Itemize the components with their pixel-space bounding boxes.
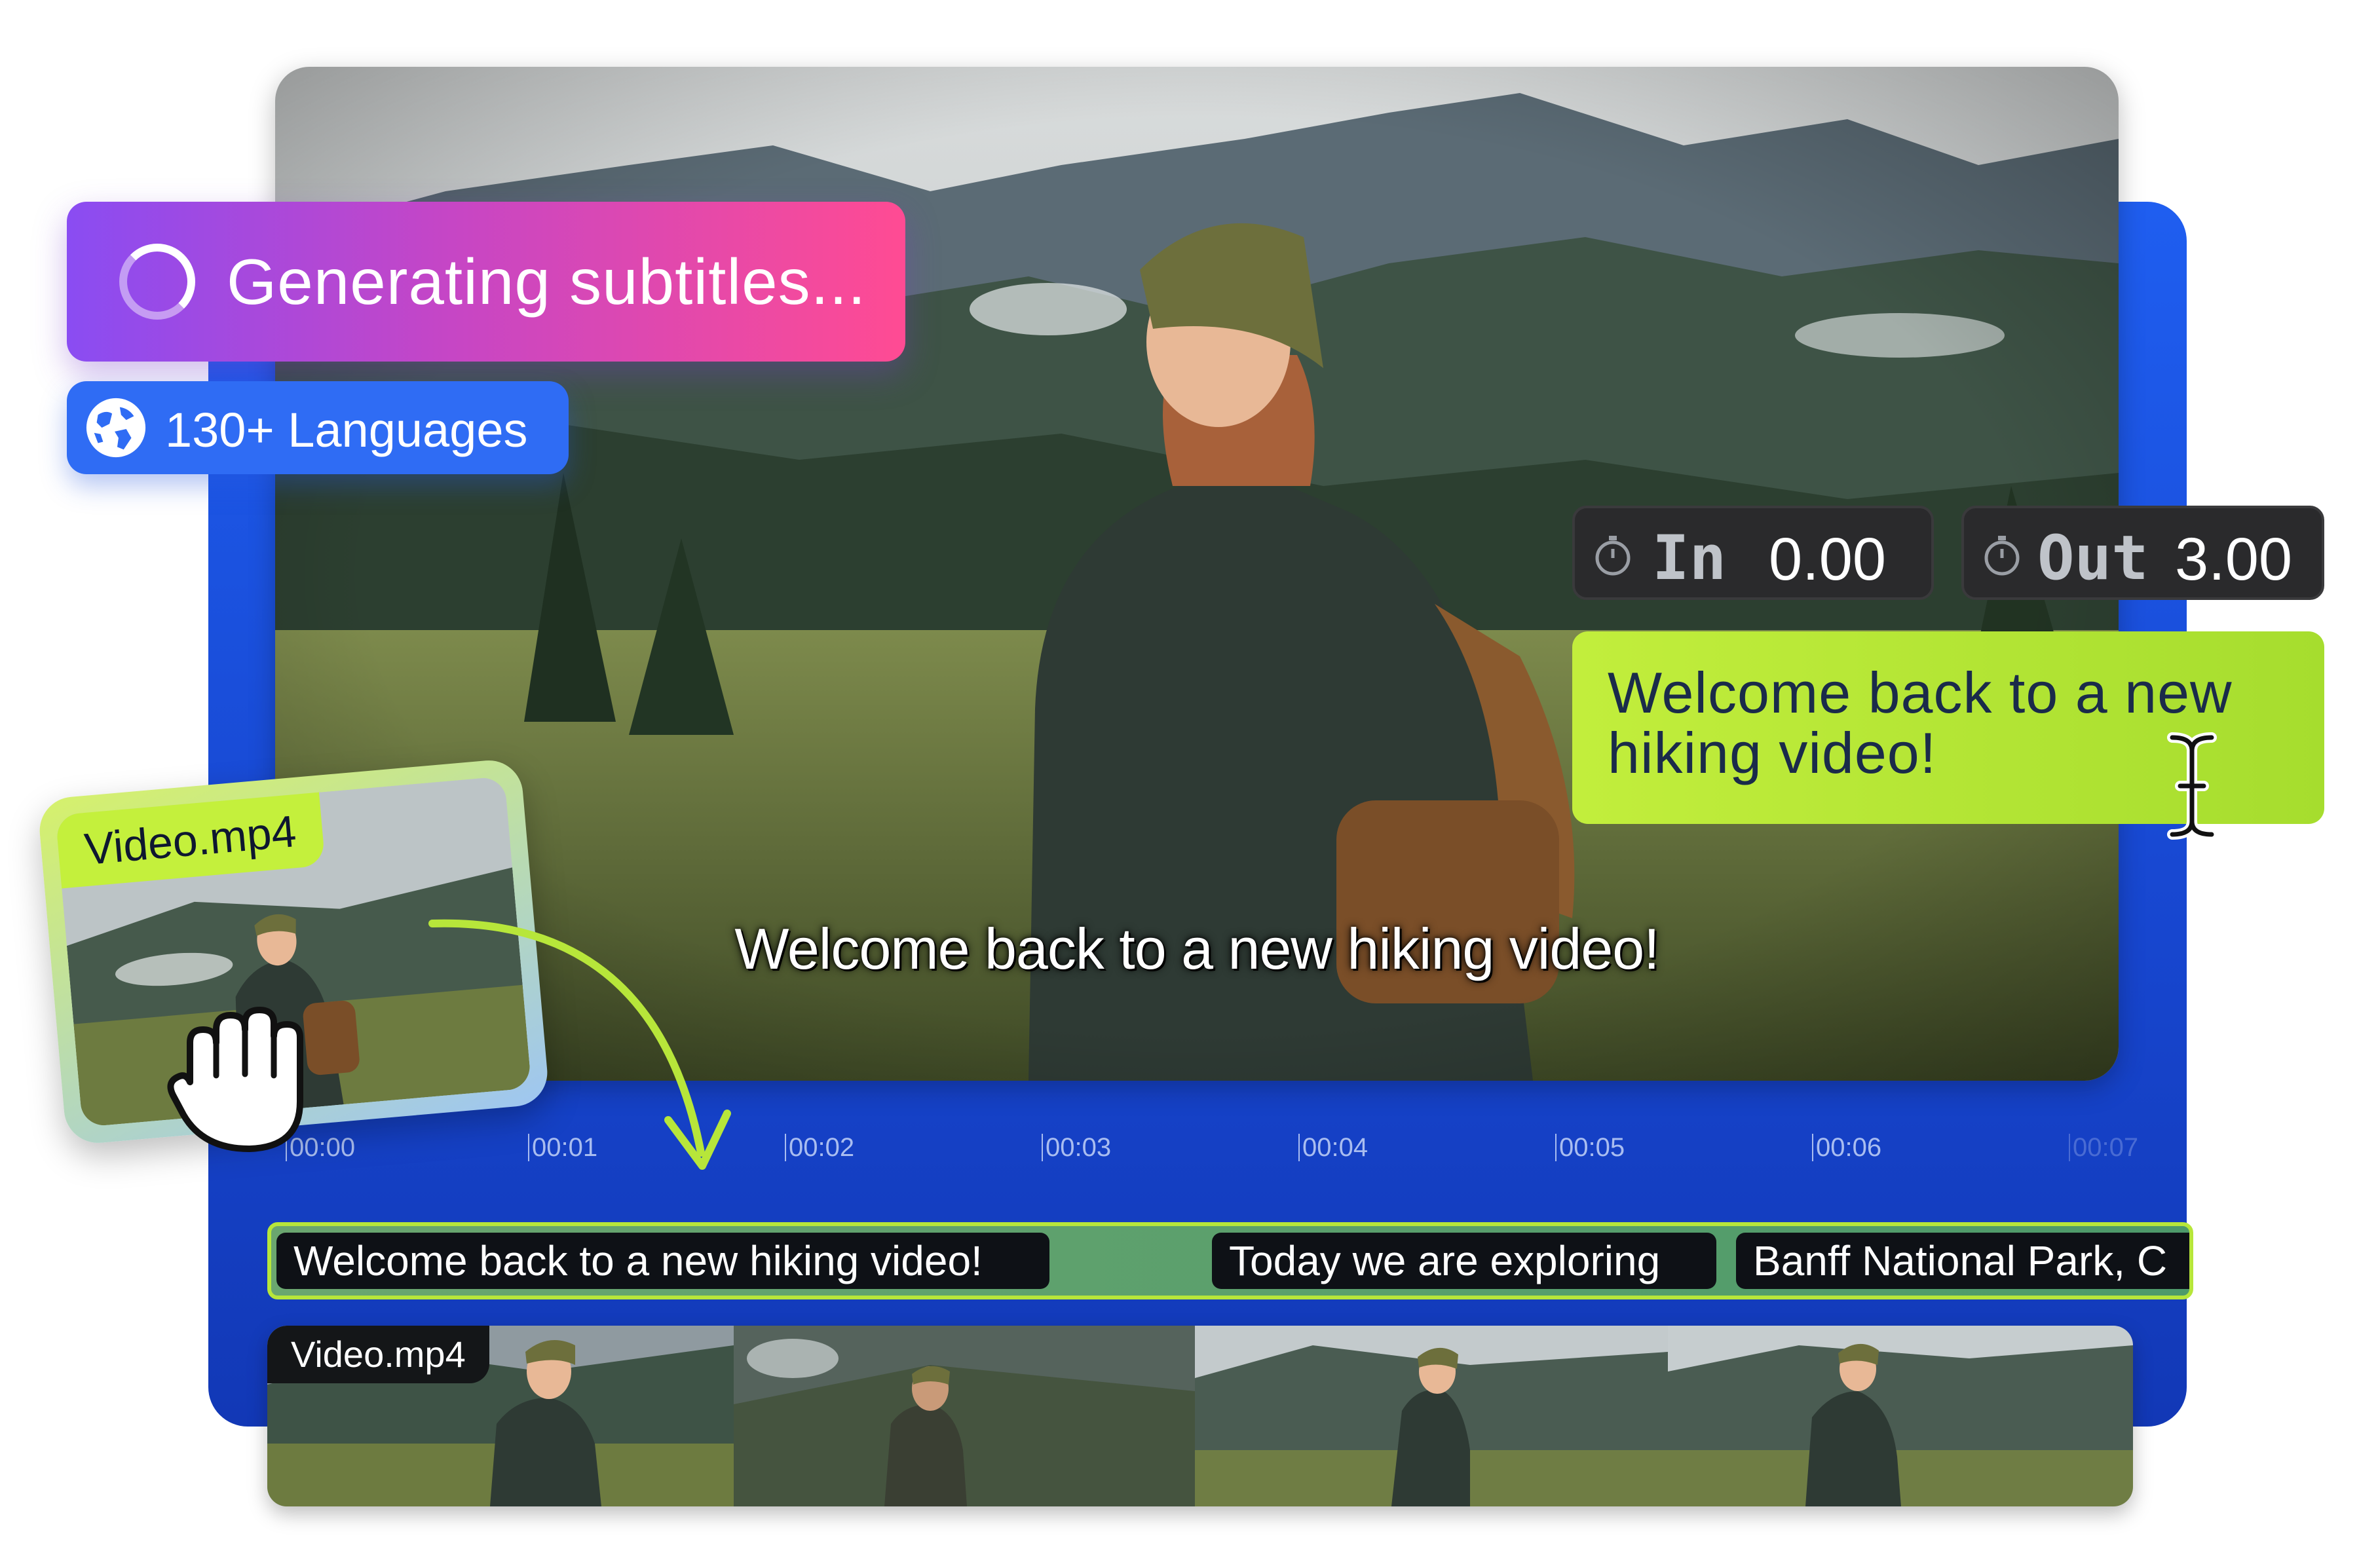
in-value: 0.00 xyxy=(1769,526,1887,593)
in-label: In xyxy=(1652,523,1727,594)
out-label: Out xyxy=(2037,523,2149,594)
video-thumbnail xyxy=(1195,1326,1668,1506)
grab-hand-icon xyxy=(167,1007,303,1152)
subtitle-track[interactable]: Welcome back to a new hiking video! Toda… xyxy=(267,1222,2193,1299)
ruler-tick: 00:03 xyxy=(1042,1133,1111,1163)
subtitle-segment[interactable]: Welcome back to a new hiking video! xyxy=(276,1233,1049,1289)
stopwatch-icon xyxy=(1595,536,1631,576)
ruler-tick: 00:02 xyxy=(785,1133,854,1163)
subtitle-segment[interactable]: Today we are exploring xyxy=(1212,1233,1716,1289)
video-thumbnail xyxy=(1668,1326,2133,1506)
ruler-tick: 00:06 xyxy=(1812,1133,1881,1163)
stopwatch-icon xyxy=(1984,536,2020,576)
globe-icon xyxy=(86,398,146,458)
out-value: 3.00 xyxy=(2175,526,2293,593)
ruler-tick: 00:07 xyxy=(2069,1133,2138,1163)
text-cursor-icon xyxy=(2167,732,2217,840)
out-time-field[interactable]: Out 3.00 xyxy=(1961,506,2324,600)
generating-subtitles-label: Generating subtitles... xyxy=(227,246,867,318)
video-thumbnail xyxy=(734,1326,1195,1506)
languages-label: 130+ Languages xyxy=(165,403,528,457)
in-time-field[interactable]: In 0.00 xyxy=(1572,506,1934,600)
generating-subtitles-banner: Generating subtitles... xyxy=(67,202,905,362)
drag-arrow-icon xyxy=(428,919,731,1170)
spinner-icon xyxy=(119,244,195,320)
subtitle-segment[interactable]: Banff National Park, C xyxy=(1736,1233,2189,1289)
ruler-tick: 00:05 xyxy=(1555,1133,1625,1163)
languages-badge[interactable]: 130+ Languages xyxy=(67,381,569,474)
video-track[interactable]: Video.mp4 xyxy=(267,1326,2133,1506)
video-track-label: Video.mp4 xyxy=(267,1326,489,1383)
ruler-tick: 00:04 xyxy=(1298,1133,1368,1163)
